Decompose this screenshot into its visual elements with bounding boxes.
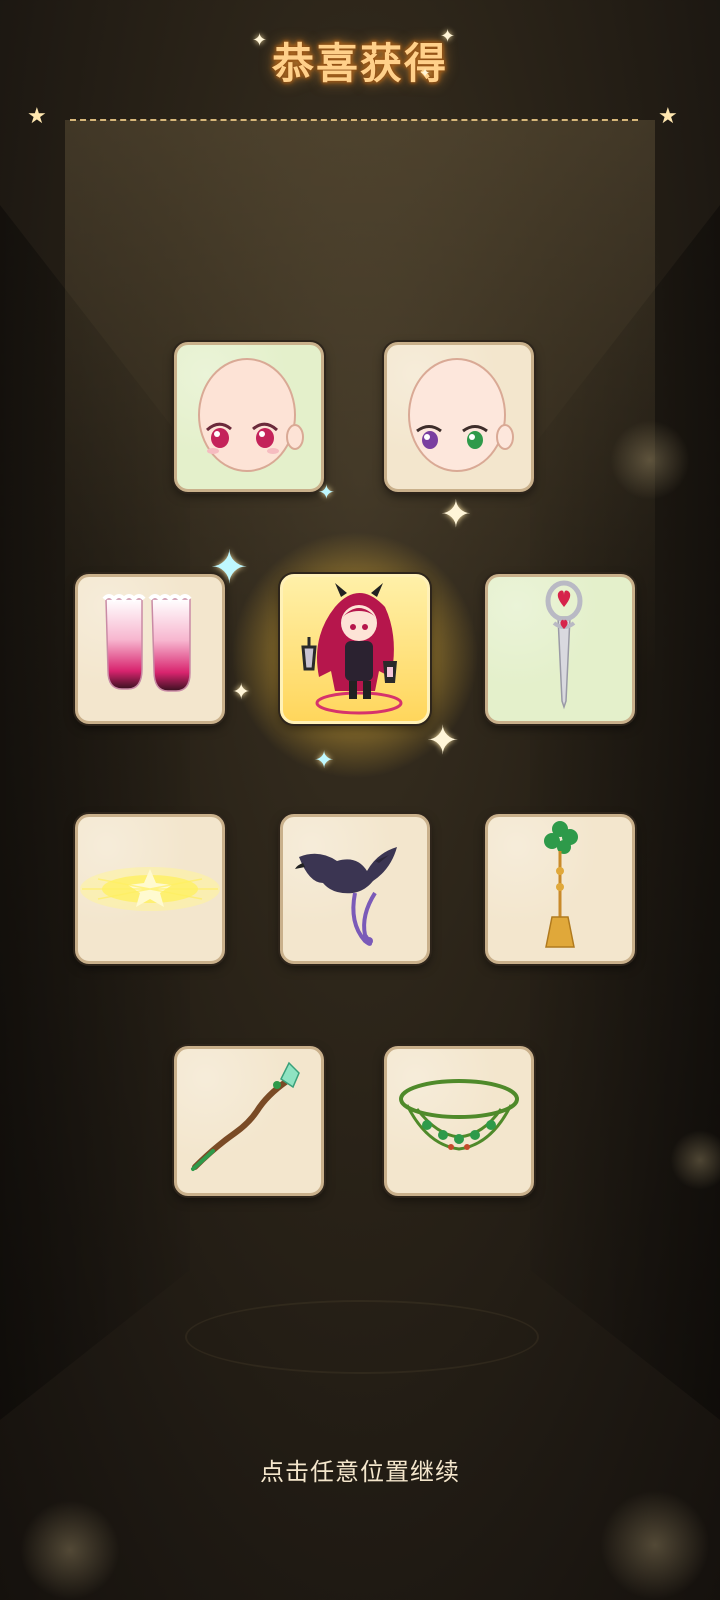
title-banner: 恭喜获得 xyxy=(0,30,720,91)
star-icon: ★ xyxy=(27,104,47,129)
floor-ring xyxy=(185,1300,539,1374)
bokeh-light xyxy=(600,1490,710,1600)
reward-screen[interactable]: 恭喜获得 ✦ ✦ ✦ ★ ★ ✦ ✦ ✦ ✦ ✦ ✦ 点击任意位置继续 xyxy=(0,0,720,1600)
reward-card-face-heterochromia[interactable] xyxy=(384,342,534,492)
reward-card-bead-necklace[interactable] xyxy=(384,1046,534,1196)
reward-card-face-pink-eyes[interactable] xyxy=(174,342,324,492)
reward-card-character-featured[interactable] xyxy=(280,574,430,724)
face-icon xyxy=(408,358,514,472)
scepter-icon xyxy=(545,580,583,710)
sparkle-icon: ✦ xyxy=(440,26,456,47)
sparkle-icon: ✦ xyxy=(318,480,335,504)
reward-card-crow[interactable] xyxy=(280,814,430,964)
sparkle-icon: ✦ xyxy=(314,746,335,774)
continue-hint: 点击任意位置继续 xyxy=(260,1458,460,1486)
necklace-icon xyxy=(399,1079,519,1151)
sparkle-icon: ✦ xyxy=(426,718,460,764)
sparkle-icon: ✦ xyxy=(440,492,472,536)
character-lantern-girl-icon xyxy=(301,583,403,715)
sparkle-icon: ✦ xyxy=(420,66,431,80)
clover-tassel-icon xyxy=(544,821,578,948)
star-icon: ★ xyxy=(658,104,678,129)
bokeh-light xyxy=(20,1500,120,1600)
reward-card-heart-scepter[interactable] xyxy=(485,574,635,724)
stockings-icon xyxy=(102,594,192,692)
crow-icon xyxy=(295,847,397,946)
sparkle-icon: ✦ xyxy=(252,30,268,51)
title-divider xyxy=(70,119,638,121)
crystal-staff-icon xyxy=(191,1061,300,1171)
reward-card-clover-tassel[interactable] xyxy=(485,814,635,964)
light-wings-icon xyxy=(80,867,220,911)
sparkle-icon: ✦ xyxy=(232,680,251,705)
sparkle-icon: ✦ xyxy=(210,540,249,594)
reward-card-crystal-staff[interactable] xyxy=(174,1046,324,1196)
reward-card-light-wings[interactable] xyxy=(75,814,225,964)
reward-card-stockings[interactable] xyxy=(75,574,225,724)
bokeh-light xyxy=(610,420,690,500)
face-icon xyxy=(198,358,304,472)
page-title: 恭喜获得 xyxy=(271,39,448,88)
